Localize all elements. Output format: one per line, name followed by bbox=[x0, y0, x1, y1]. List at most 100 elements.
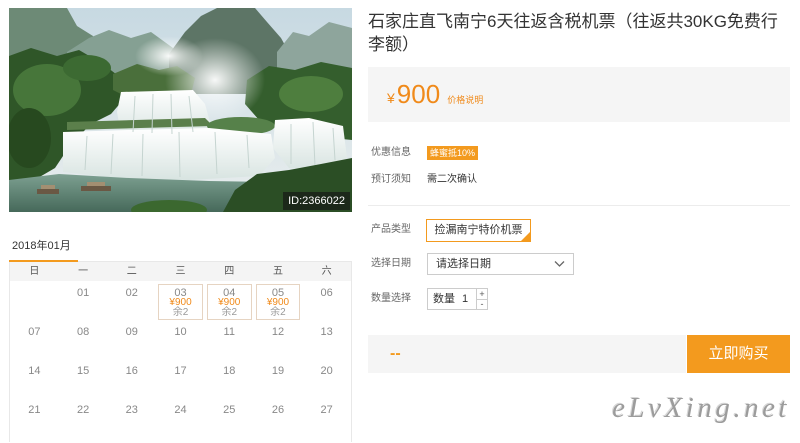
forest-shape bbox=[9, 108, 51, 168]
notice-label: 预订须知 bbox=[371, 174, 411, 185]
notice-value: 需二次确认 bbox=[427, 174, 477, 185]
product-type-label: 产品类型 bbox=[371, 224, 411, 235]
calendar-day-number: 15 bbox=[76, 365, 90, 377]
boat-canopy bbox=[87, 182, 105, 186]
quantity-decrease-button[interactable]: - bbox=[477, 299, 487, 309]
calendar-day-04[interactable]: 04 ¥900 余2 bbox=[205, 281, 254, 320]
calendar-day-06: 06 bbox=[302, 281, 351, 320]
calendar-body: 01 02 03 ¥900 余2 04 ¥900 余2 05 ¥900 余2 06 07 08 09 10 11… bbox=[9, 281, 352, 442]
price-amount: 900 bbox=[396, 79, 441, 109]
calendar-day-stock: 余2 bbox=[172, 307, 189, 318]
calendar-day-18: 18 bbox=[205, 359, 254, 398]
calendar-day-09: 09 bbox=[107, 320, 156, 359]
calendar-day-11: 11 bbox=[205, 320, 254, 359]
calendar-day-number: 25 bbox=[223, 404, 236, 416]
calendar-day-number: 08 bbox=[76, 326, 90, 338]
calendar-day-05[interactable]: 05 ¥900 余2 bbox=[254, 281, 303, 320]
weekday-label: 一 bbox=[78, 266, 89, 277]
calendar-day-14: 14 bbox=[10, 359, 59, 398]
calendar-week-row: 07 08 09 10 11 12 13 bbox=[10, 320, 351, 359]
product-title: 石家庄直飞南宁6天往返含税机票（往返共30KG免费行李额） bbox=[368, 12, 778, 54]
product-type-option-label: 捡漏南宁特价机票 bbox=[434, 224, 523, 236]
quantity-increase-button[interactable]: + bbox=[477, 289, 487, 299]
calendar-day-01: 01 bbox=[59, 281, 108, 320]
forest-shape bbox=[279, 76, 343, 112]
calendar-day-15: 15 bbox=[59, 359, 108, 398]
promo-label: 优惠信息 bbox=[371, 147, 411, 158]
boat-canopy bbox=[41, 185, 55, 189]
total-price: -- bbox=[390, 345, 401, 362]
calendar-weekday-header: 日 一 二 三 四 五 六 bbox=[9, 262, 352, 281]
calendar-day-number: 23 bbox=[125, 404, 138, 416]
calendar-day-number: 07 bbox=[28, 326, 41, 338]
forest-shape bbox=[63, 55, 111, 81]
calendar-day-23: 23 bbox=[107, 398, 156, 437]
calendar-day-number: 24 bbox=[174, 404, 187, 416]
weekday-label: 二 bbox=[126, 266, 137, 277]
calendar-month-tabs: 2018年01月 bbox=[9, 235, 352, 262]
calendar-day-number: 11 bbox=[223, 326, 235, 338]
price-box: ¥900 价格说明 bbox=[368, 67, 790, 122]
calendar-day-number: 19 bbox=[271, 365, 285, 377]
calendar-day-25: 25 bbox=[205, 398, 254, 437]
calendar-day-number: 27 bbox=[320, 404, 333, 416]
calendar-week-row: 21 22 23 24 25 26 27 bbox=[10, 398, 351, 437]
buy-now-button[interactable]: 立即购买 bbox=[687, 335, 790, 373]
calendar-day-number: 09 bbox=[125, 326, 138, 338]
weekday-label: 三 bbox=[175, 266, 186, 277]
calendar-day-number: 14 bbox=[28, 365, 41, 377]
product-type-option[interactable]: 捡漏南宁特价机票 bbox=[426, 219, 531, 242]
calendar-day-number: 02 bbox=[125, 287, 138, 299]
calendar-day-number: 10 bbox=[174, 326, 187, 338]
calendar-day-27: 27 bbox=[302, 398, 351, 437]
photo-id-label: ID:2366022 bbox=[283, 192, 350, 210]
buy-bar: -- bbox=[368, 335, 686, 373]
date-select[interactable]: 请选择日期 bbox=[427, 253, 574, 275]
chevron-down-icon bbox=[554, 261, 565, 267]
calendar-day-22: 22 bbox=[59, 398, 108, 437]
quantity-input[interactable]: 1 bbox=[462, 289, 468, 309]
weekday-label: 六 bbox=[321, 266, 332, 277]
calendar-week-row: 01 02 03 ¥900 余2 04 ¥900 余2 05 ¥900 余2 06 bbox=[10, 281, 351, 320]
calendar-day-13: 13 bbox=[302, 320, 351, 359]
price-calendar: 2018年01月 日 一 二 三 四 五 六 01 02 03 ¥900 余2 04 ¥90… bbox=[9, 235, 352, 442]
calendar-day-stock: 余2 bbox=[221, 307, 238, 318]
boat-shape bbox=[81, 186, 111, 191]
calendar-day-08: 08 bbox=[59, 320, 108, 359]
calendar-day-stock: 余2 bbox=[270, 307, 286, 318]
calendar-day-number: 13 bbox=[320, 326, 333, 338]
calendar-day-24: 24 bbox=[156, 398, 205, 437]
product-photo: ID:2366022 bbox=[9, 8, 352, 212]
mist-shape bbox=[135, 36, 203, 76]
price-currency: ¥ bbox=[387, 90, 395, 106]
boat-shape bbox=[37, 189, 59, 194]
quantity-buttons: + - bbox=[476, 289, 487, 309]
quantity-label: 数量选择 bbox=[371, 293, 411, 304]
calendar-day-20: 20 bbox=[302, 359, 351, 398]
calendar-day-17: 17 bbox=[156, 359, 205, 398]
date-select-placeholder: 请选择日期 bbox=[436, 258, 491, 270]
date-select-label: 选择日期 bbox=[371, 258, 411, 269]
calendar-day-number: 18 bbox=[223, 365, 236, 377]
calendar-day-number: 06 bbox=[320, 287, 333, 299]
calendar-day-number: 20 bbox=[320, 365, 333, 377]
quantity-stepper: 数量 1 + - bbox=[427, 288, 488, 310]
promo-badge: 蜂蜜抵10% bbox=[427, 146, 479, 160]
calendar-day-21: 21 bbox=[10, 398, 59, 437]
check-corner-icon bbox=[521, 232, 530, 241]
waterfall-shape bbox=[63, 128, 275, 180]
calendar-month-tab[interactable]: 2018年01月 bbox=[9, 235, 78, 262]
calendar-day-02: 02 bbox=[107, 281, 156, 320]
price-explanation-link[interactable]: 价格说明 bbox=[447, 95, 483, 105]
calendar-day-number: 17 bbox=[174, 365, 187, 377]
calendar-day-03[interactable]: 03 ¥900 余2 bbox=[156, 281, 205, 320]
site-watermark: eLvXing.net bbox=[612, 392, 790, 424]
calendar-day-number: 22 bbox=[76, 404, 90, 416]
quantity-prefix: 数量 bbox=[433, 293, 455, 305]
calendar-day-number: 16 bbox=[125, 365, 138, 377]
calendar-day-number: 12 bbox=[271, 326, 285, 338]
calendar-day-16: 16 bbox=[107, 359, 156, 398]
calendar-day-10: 10 bbox=[156, 320, 205, 359]
calendar-day-number: 01 bbox=[76, 287, 90, 299]
weekday-label: 四 bbox=[224, 266, 235, 277]
